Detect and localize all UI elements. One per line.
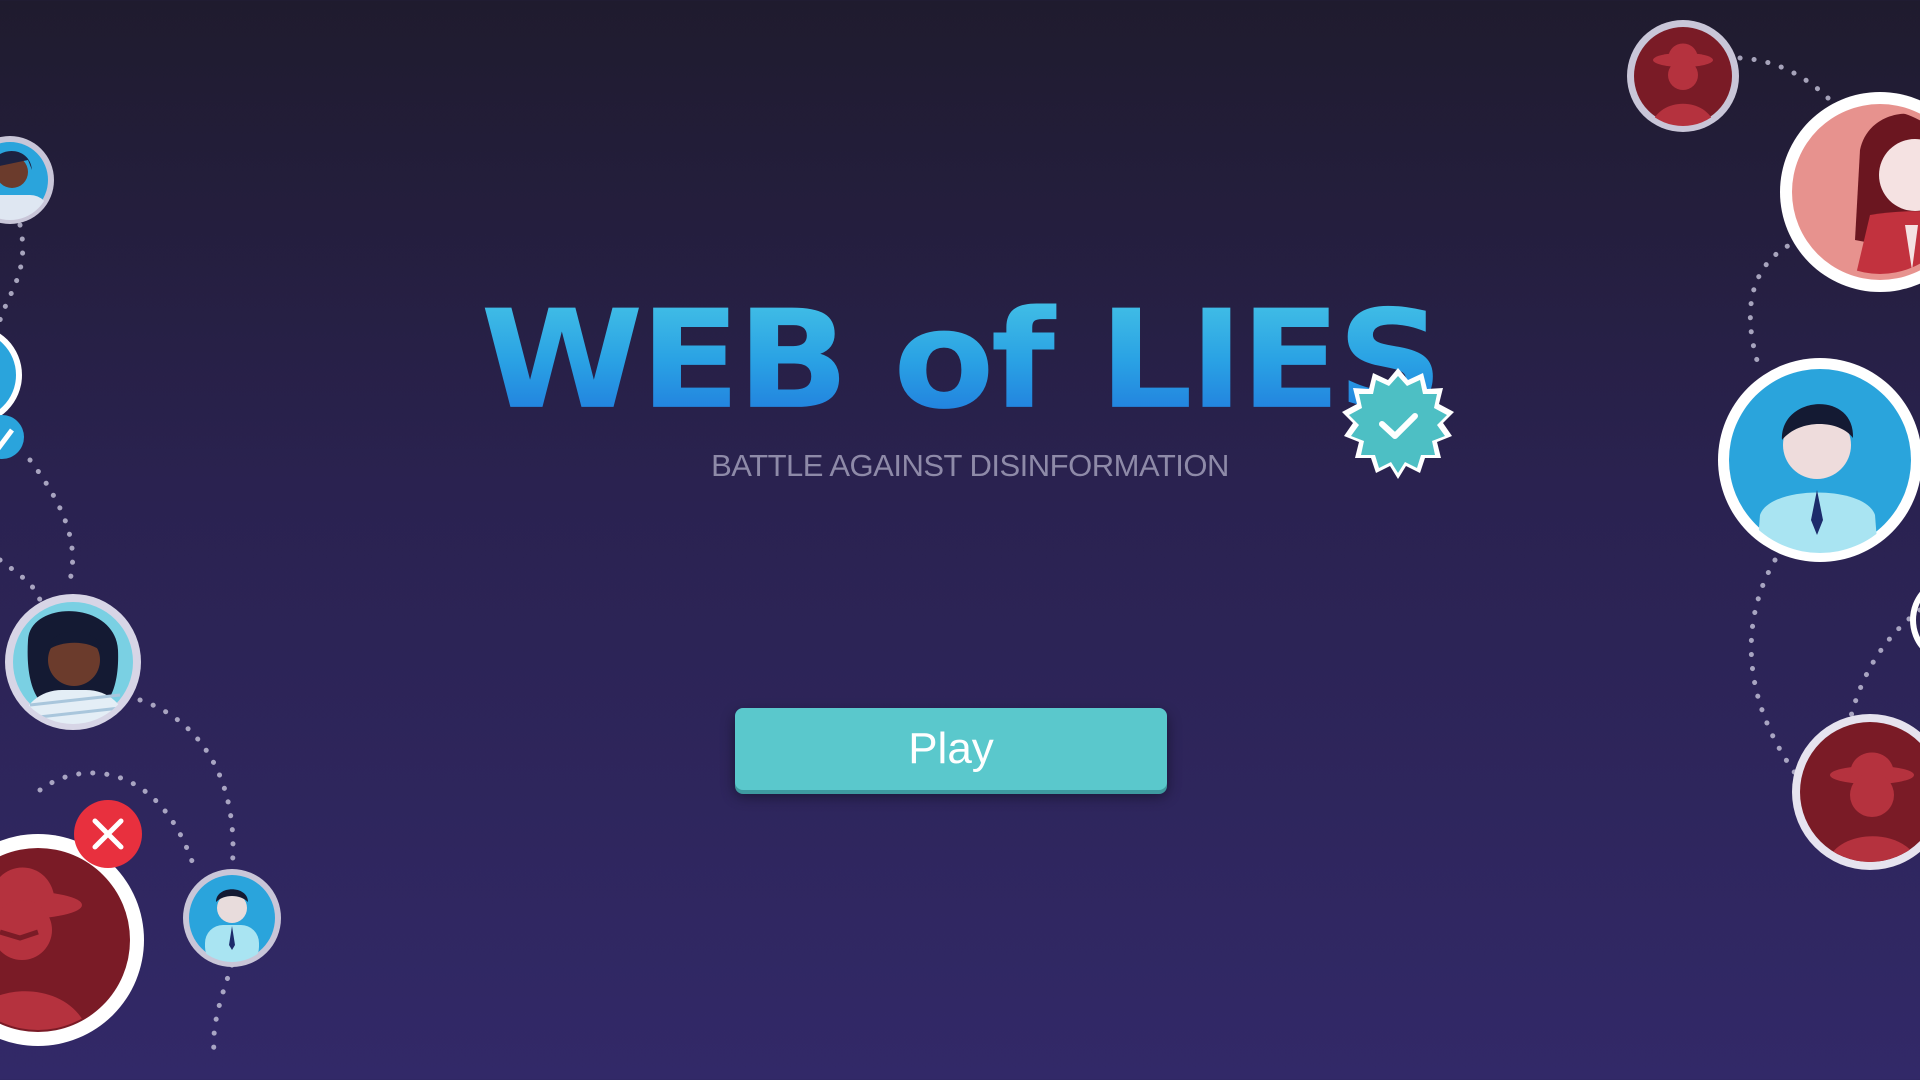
avatar-spy-bottom-right [1792, 714, 1920, 870]
avatar-person-top-right [1780, 92, 1920, 292]
reject-x-icon [74, 800, 142, 868]
game-subtitle: BATTLE AGAINST DISINFORMATION [711, 448, 1229, 483]
avatar-spy-bottom-left [0, 834, 144, 1046]
avatar-spy-top-right [1627, 20, 1739, 132]
avatar-partial-right-edge [1910, 591, 1920, 649]
title-container: WEB of LIES [0, 285, 1920, 435]
network-decoration [0, 20, 1920, 1063]
game-title: WEB of LIES [480, 280, 1443, 440]
avatar-person-bottom-small [183, 869, 281, 967]
avatar-person-top-left [0, 136, 54, 224]
avatar-person-left [5, 594, 141, 730]
play-button[interactable]: Play [735, 708, 1167, 790]
